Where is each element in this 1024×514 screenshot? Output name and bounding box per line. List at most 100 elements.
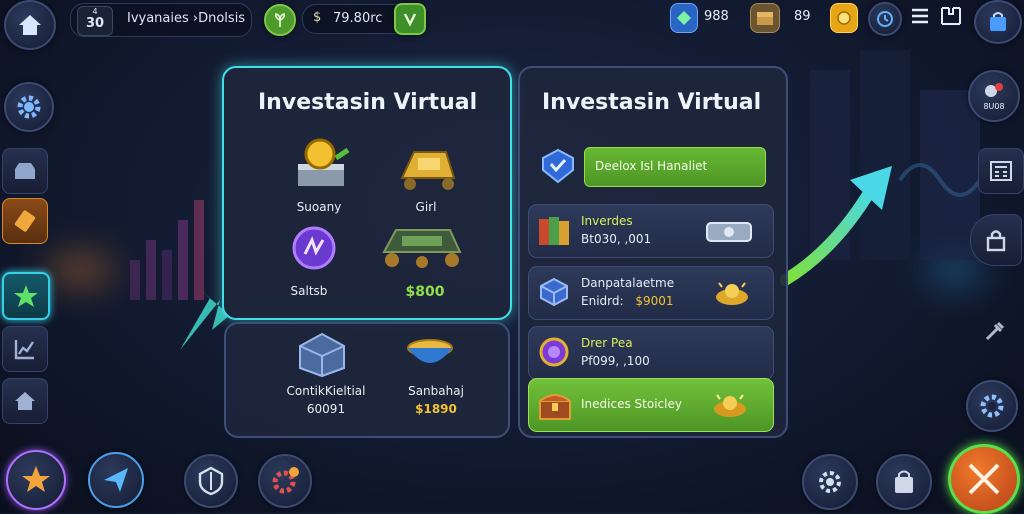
bag-button[interactable]: [876, 454, 932, 510]
gold-pile-icon-2: [714, 394, 746, 417]
resource-count-2: 89: [794, 9, 811, 24]
row-1-name: Inverdes: [581, 214, 633, 228]
amulet-icon: [539, 337, 569, 367]
home-icon: [19, 15, 41, 35]
chest-button[interactable]: [750, 3, 780, 33]
player-name: Ivyanaies ›Dnolsis: [127, 11, 246, 26]
header-action-button[interactable]: Deelox Isl Hanaliet: [584, 147, 766, 187]
sidebar-item-house[interactable]: [2, 378, 48, 424]
timer-button[interactable]: [868, 2, 902, 36]
chart-icon: [14, 340, 34, 360]
row-1-detail: Bt030, ,001: [581, 232, 652, 246]
item-label-company: Suoany: [296, 200, 342, 214]
investment-item-container[interactable]: ContikKieltial 60091: [266, 330, 386, 430]
cash-cart-icon: [382, 229, 462, 268]
profile-shop-button[interactable]: [974, 0, 1022, 44]
sidebar-item-ticket[interactable]: [2, 198, 48, 244]
sidebar-item-lock[interactable]: [970, 214, 1022, 266]
item-value-cash: $800: [405, 284, 445, 300]
crate-icon: [299, 332, 345, 378]
row-2-detail: Enidrd: $9001: [581, 294, 674, 308]
item-label-bowl: Sanbahaj: [408, 384, 464, 398]
tools-button[interactable]: [984, 320, 1008, 344]
resource-count-1: 988: [704, 9, 729, 24]
paper-plane-icon: [104, 468, 128, 492]
upgrade-button[interactable]: [258, 454, 312, 508]
left-lower-panel: ContikKieltial 60091 Sanbahaj $1890: [224, 322, 510, 438]
settings-gear-button[interactable]: [4, 82, 54, 132]
window-button[interactable]: [940, 6, 962, 26]
gem-shop-button[interactable]: [670, 3, 698, 33]
level-badge: 4 30: [77, 6, 113, 36]
currency-amount: 79.80rc: [333, 11, 383, 26]
investment-item-salt[interactable]: Saltsb: [274, 226, 384, 306]
crossed-swords-icon: [968, 463, 1000, 495]
home-button[interactable]: [4, 0, 56, 50]
house-icon: [15, 392, 35, 410]
guild-button[interactable]: [184, 454, 238, 508]
down-arrow-icon: [403, 13, 417, 27]
travel-button[interactable]: [88, 452, 144, 508]
events-label: 8U08: [983, 101, 1005, 111]
gold-button[interactable]: [830, 3, 858, 33]
trend-arrow-left: [180, 290, 230, 350]
crest-icon: [198, 466, 224, 496]
books-icon: [539, 217, 569, 245]
bag-icon: [895, 470, 913, 493]
market-row-2[interactable]: Danpatalaetme Enidrd: $9001: [528, 266, 774, 320]
battle-button[interactable]: [948, 444, 1020, 514]
gear-icon: [17, 95, 41, 119]
row-2-detail-label: Enidrd:: [581, 294, 624, 308]
boost-button[interactable]: [264, 4, 296, 36]
player-level-pill[interactable]: 4 30 Ivyanaies ›Dnolsis: [70, 3, 252, 37]
left-panel-title: Investasin Virtual: [258, 90, 478, 115]
cog-alert-icon: [272, 467, 299, 494]
trend-arrow-right: [780, 166, 892, 286]
cash-bundle-icon: [706, 222, 752, 242]
row-4-name: Inedices Stoicley: [581, 397, 682, 411]
investment-item-company[interactable]: Suoany: [274, 138, 384, 218]
menu-button[interactable]: [910, 6, 930, 26]
right-panel-title: Investasin Virtual: [542, 90, 762, 115]
badge-icon: [542, 148, 574, 184]
market-row-3[interactable]: Drer Pea Pf099, ,100: [528, 326, 774, 380]
sidebar-item-inbox[interactable]: [2, 148, 48, 194]
investment-item-gold[interactable]: Girl: [394, 138, 504, 218]
map-button[interactable]: [802, 454, 858, 510]
sidebar-item-star[interactable]: [2, 272, 50, 320]
item-label-container: ContikKieltial: [286, 384, 366, 398]
sword-star-icon: [22, 466, 50, 492]
calculator-icon: [990, 161, 1012, 181]
frame-icon: [941, 7, 961, 25]
player-level: 30: [85, 16, 105, 31]
treasure-chest-icon: [539, 394, 571, 420]
bg-glow-orange: [45, 255, 115, 285]
investment-item-bowl[interactable]: Sanbahaj $1890: [376, 330, 496, 430]
add-currency-button[interactable]: [394, 3, 426, 35]
sidebar-item-calculator[interactable]: [978, 148, 1024, 194]
shop-bag-icon: [990, 12, 1006, 31]
row-2-value: $9001: [635, 294, 674, 308]
clock-icon: [877, 11, 893, 27]
cube-icon: [540, 277, 568, 307]
market-row-4[interactable]: Inedices Stoicley: [528, 378, 774, 432]
header-action-label: Deelox Isl Hanaliet: [595, 159, 708, 173]
row-3-detail: Pf099, ,100: [581, 354, 650, 368]
wrench-icon: [985, 321, 1005, 341]
events-button[interactable]: 8U08: [968, 70, 1020, 122]
coin-stack-icon: [298, 138, 350, 186]
options-gear-button[interactable]: [966, 380, 1018, 432]
quest-button[interactable]: [6, 450, 66, 510]
sprout-icon: [275, 13, 285, 27]
left-investment-panel: Investasin Virtual Suoany Girl Saltsb $8…: [222, 66, 512, 320]
market-row-1[interactable]: Inverdes Bt030, ,001: [528, 204, 774, 258]
item-label-gold: Girl: [415, 200, 437, 214]
sidebar-item-chart[interactable]: [2, 326, 48, 372]
ticket-icon: [14, 210, 36, 232]
item-value-bowl: $1890: [415, 402, 457, 416]
bowl-icon: [407, 339, 453, 363]
top-bar: 4 30 Ivyanaies ›Dnolsis $ 79.80rc 988 89: [0, 0, 1024, 50]
right-investment-panel: Investasin Virtual Deelox Isl Hanaliet I…: [518, 66, 788, 438]
investment-item-cash[interactable]: $800: [374, 222, 504, 302]
gold-pile-icon: [716, 282, 748, 305]
